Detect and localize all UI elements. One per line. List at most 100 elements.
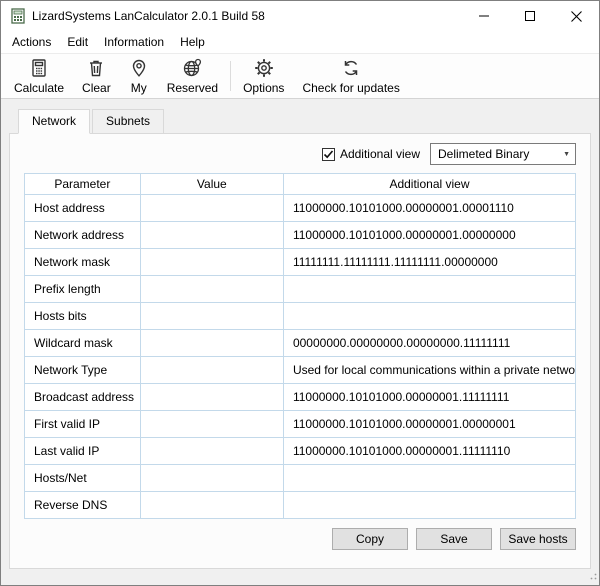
cell-additional [283, 303, 575, 330]
table-row[interactable]: Reverse DNS [25, 492, 576, 519]
additional-view-checkbox[interactable] [322, 148, 335, 161]
cell-parameter: Reverse DNS [25, 492, 141, 519]
header-additional-view: Additional view [283, 174, 575, 195]
table-row[interactable]: First valid IP 11000000.10101000.00000001… [25, 411, 576, 438]
cell-value [140, 330, 283, 357]
checkmark-icon [323, 149, 334, 160]
menu-edit[interactable]: Edit [59, 31, 96, 53]
minimize-icon [479, 11, 489, 21]
check-updates-label: Check for updates [302, 81, 399, 95]
close-icon [571, 11, 582, 22]
clear-button[interactable]: Clear [73, 56, 120, 96]
network-tab-panel: Additional view Delimeted Binary ▼ Param… [9, 133, 591, 569]
cell-value [140, 465, 283, 492]
table-row[interactable]: Network TypeUsed for local communication… [25, 357, 576, 384]
menubar: Actions Edit Information Help [1, 31, 599, 53]
cell-parameter: Prefix length [25, 276, 141, 303]
app-window: LizardSystems LanCalculator 2.0.1 Build … [0, 0, 600, 586]
format-dropdown-value: Delimeted Binary [438, 147, 529, 161]
cell-additional: 11000000.10101000.00000001.00000001 [283, 411, 575, 438]
cell-additional: 11000000.10101000.00000001.00001110 [283, 195, 575, 222]
globe-pin-icon [182, 58, 202, 78]
my-address-label-btn: Clear [82, 81, 111, 95]
minimize-button[interactable] [461, 1, 507, 31]
cell-value [140, 411, 283, 438]
table-row[interactable]: Host address 11000000.10101000.00000001.0… [25, 195, 576, 222]
cell-additional: 11111111.11111111.11111111.00000000 [283, 249, 575, 276]
save-button[interactable]: Save [416, 528, 492, 550]
cell-parameter: Network mask [25, 249, 141, 276]
cell-additional: 11000000.10101000.00000001.00000000 [283, 222, 575, 249]
cell-additional: 00000000.00000000.00000000.11111111 [283, 330, 575, 357]
window-title: LizardSystems LanCalculator 2.0.1 Build … [32, 9, 265, 23]
location-pin-icon [129, 58, 149, 78]
my-address-button[interactable]: My [120, 56, 158, 96]
table-header-row: Parameter Value Additional view [25, 174, 576, 195]
table-row[interactable]: Network mask 11111111.11111111.11111111.0… [25, 249, 576, 276]
tab-strip: Network Subnets [18, 109, 591, 134]
reserved-label: Reserved [167, 81, 218, 95]
cell-value [140, 438, 283, 465]
cell-additional: 11000000.10101000.00000001.11111111 [283, 384, 575, 411]
cell-parameter: Last valid IP [25, 438, 141, 465]
param-table-body: Host address 11000000.10101000.00000001.0… [25, 195, 576, 519]
footer-buttons: Copy Save Save hosts [24, 528, 576, 550]
titlebar: LizardSystems LanCalculator 2.0.1 Build … [1, 1, 599, 31]
copy-button[interactable]: Copy [332, 528, 408, 550]
calculate-button[interactable]: Calculate [5, 56, 73, 96]
cell-additional [283, 465, 575, 492]
cell-value [140, 249, 283, 276]
menu-actions[interactable]: Actions [4, 31, 59, 53]
cell-parameter: Wildcard mask [25, 330, 141, 357]
main-area: Network Subnets Additional view Delimete… [1, 99, 599, 585]
toolbar-separator [230, 61, 231, 91]
cell-parameter: Host address [25, 195, 141, 222]
additional-view-label: Additional view [340, 147, 420, 161]
options-button[interactable]: Options [234, 56, 293, 96]
table-row[interactable]: Prefix length [25, 276, 576, 303]
cell-parameter: Hosts bits [25, 303, 141, 330]
cell-parameter: Hosts/Net [25, 465, 141, 492]
save-hosts-button[interactable]: Save hosts [500, 528, 576, 550]
my-label: My [131, 81, 147, 95]
tab-subnets[interactable]: Subnets [92, 109, 164, 134]
menu-help[interactable]: Help [172, 31, 213, 53]
table-row[interactable]: Hosts/Net [25, 465, 576, 492]
cell-additional [283, 492, 575, 519]
check-updates-button[interactable]: Check for updates [293, 56, 408, 96]
table-row[interactable]: Broadcast address 11000000.10101000.00000… [25, 384, 576, 411]
trash-icon [86, 58, 106, 78]
cell-parameter: Broadcast address [25, 384, 141, 411]
cell-additional: 11000000.10101000.00000001.11111110 [283, 438, 575, 465]
close-button[interactable] [553, 1, 599, 31]
cell-parameter: Network address [25, 222, 141, 249]
parameters-table: Parameter Value Additional view Host add… [24, 173, 576, 519]
calculate-label: Calculate [14, 81, 64, 95]
toolbar: Calculate Clear My [1, 53, 599, 99]
header-parameter: Parameter [25, 174, 141, 195]
window-controls [461, 1, 599, 31]
cell-value [140, 384, 283, 411]
reserved-button[interactable]: Reserved [158, 56, 227, 96]
additional-view-toggle[interactable]: Additional view [322, 147, 420, 161]
resize-grip[interactable] [587, 569, 597, 583]
maximize-button[interactable] [507, 1, 553, 31]
refresh-icon [341, 58, 361, 78]
cell-value [140, 303, 283, 330]
table-row[interactable]: Hosts bits [25, 303, 576, 330]
menu-information[interactable]: Information [96, 31, 172, 53]
maximize-icon [525, 11, 535, 21]
table-row[interactable]: Wildcard mask 00000000.00000000.00000000.… [25, 330, 576, 357]
chevron-down-icon: ▼ [563, 151, 570, 158]
tab-network[interactable]: Network [18, 109, 90, 134]
options-label: Options [243, 81, 284, 95]
cell-value [140, 276, 283, 303]
cell-parameter: First valid IP [25, 411, 141, 438]
view-options-row: Additional view Delimeted Binary ▼ [24, 142, 576, 166]
cell-value [140, 357, 283, 384]
format-dropdown[interactable]: Delimeted Binary ▼ [430, 143, 576, 165]
calculator-icon [29, 58, 49, 78]
table-row[interactable]: Last valid IP 11000000.10101000.00000001.… [25, 438, 576, 465]
table-row[interactable]: Network address 11000000.10101000.0000000… [25, 222, 576, 249]
header-value: Value [140, 174, 283, 195]
